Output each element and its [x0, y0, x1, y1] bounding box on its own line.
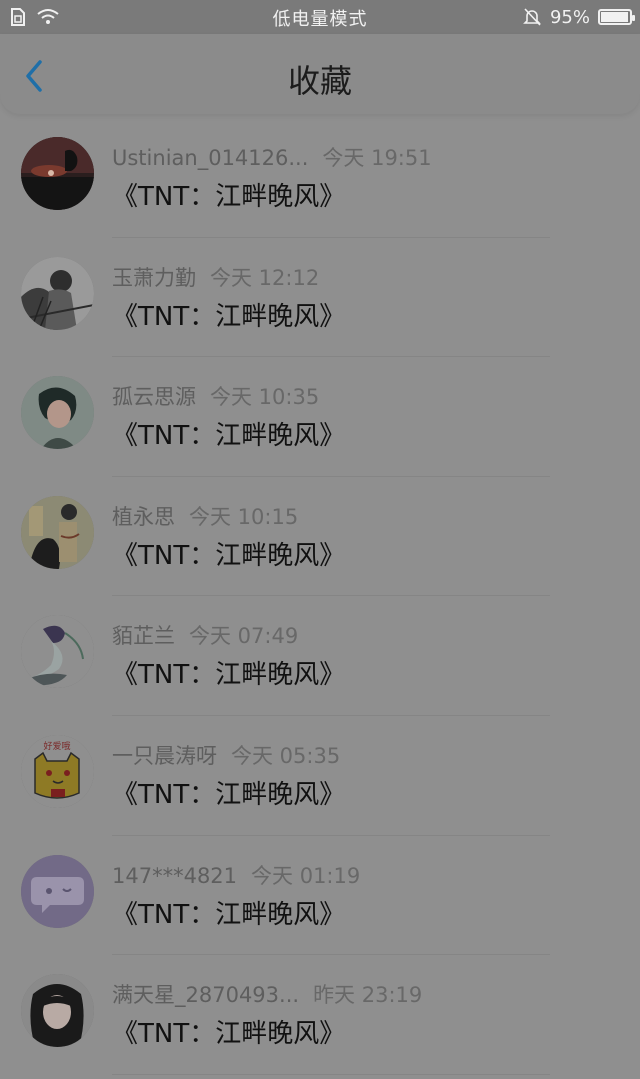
username[interactable]: 玉萧力勤: [112, 266, 196, 290]
status-bar: 低电量模式 95%: [0, 0, 640, 34]
item-meta: 一只晨涛呀 今天 05:35: [112, 740, 340, 770]
timestamp: 今天 10:15: [189, 504, 299, 529]
item-title[interactable]: 《TNT：江畔晚风》: [112, 415, 345, 452]
mute-bell-icon: [523, 8, 541, 26]
username[interactable]: 貊芷兰: [112, 624, 175, 648]
item-title[interactable]: 《TNT：江畔晚风》: [112, 894, 345, 931]
item-meta: 147***4821 今天 01:19: [112, 860, 360, 890]
list-item[interactable]: 好爱哦 一只晨涛呀 今天 05:35 《TNT：江畔晚风》: [0, 716, 640, 836]
list-item[interactable]: 孤云思源 今天 10:35 《TNT：江畔晚风》: [0, 357, 640, 477]
page-title: 收藏: [287, 62, 352, 100]
avatar[interactable]: [21, 376, 94, 450]
list-item[interactable]: 貊芷兰 今天 07:49 《TNT：江畔晚风》: [0, 596, 640, 716]
username[interactable]: 满天星_2870493...: [112, 983, 299, 1007]
status-right-icons: 95%: [522, 6, 635, 28]
avatar[interactable]: [21, 256, 94, 330]
item-title[interactable]: 《TNT：江畔晚风》: [112, 1013, 345, 1050]
avatar[interactable]: [21, 137, 94, 210]
item-title[interactable]: 《TNT：江畔晚风》: [112, 176, 345, 213]
avatar[interactable]: [21, 495, 94, 569]
avatar[interactable]: [21, 854, 94, 928]
item-title[interactable]: 《TNT：江畔晚风》: [112, 296, 345, 333]
timestamp: 昨天 23:19: [313, 983, 423, 1008]
item-meta: 玉萧力勤 今天 12:12: [112, 262, 319, 292]
timestamp: 今天 01:19: [251, 863, 361, 888]
timestamp: 今天 10:35: [210, 385, 320, 410]
username[interactable]: 孤云思源: [112, 385, 196, 409]
item-meta: 孤云思源 今天 10:35: [112, 381, 319, 411]
battery-percentage: 95%: [549, 6, 590, 28]
list-item[interactable]: 满天星_2870493... 昨天 23:19 《TNT：江畔晚风》: [0, 955, 640, 1075]
avatar-badge-text: 好爱哦: [43, 740, 70, 752]
avatar[interactable]: [21, 974, 94, 1048]
favorites-list: Ustinian_014126... 今天 19:51 《TNT：江畔晚风》 玉萧…: [0, 118, 640, 1075]
item-title[interactable]: 《TNT：江畔晚风》: [112, 654, 345, 691]
item-title[interactable]: 《TNT：江畔晚风》: [112, 774, 345, 811]
divider: [112, 1073, 550, 1075]
nav-bar: 收藏: [0, 34, 640, 114]
item-title[interactable]: 《TNT：江畔晚风》: [112, 535, 345, 572]
battery-icon: [598, 9, 635, 25]
avatar[interactable]: [21, 615, 94, 689]
timestamp: 今天 12:12: [210, 265, 320, 290]
timestamp: 今天 19:51: [322, 146, 432, 170]
timestamp: 今天 05:35: [231, 743, 341, 768]
item-meta: 貊芷兰 今天 07:49: [112, 620, 298, 650]
battery-fill: [601, 12, 628, 22]
list-item[interactable]: 植永思 今天 10:15 《TNT：江畔晚风》: [0, 477, 640, 597]
username[interactable]: Ustinian_014126...: [112, 146, 308, 170]
avatar[interactable]: 好爱哦: [21, 734, 94, 808]
username[interactable]: 植永思: [112, 505, 175, 529]
item-meta: 植永思 今天 10:15: [112, 501, 298, 531]
username[interactable]: 147***4821: [112, 864, 237, 888]
item-meta: Ustinian_014126... 今天 19:51: [112, 142, 432, 172]
list-item[interactable]: 玉萧力勤 今天 12:12 《TNT：江畔晚风》: [0, 238, 640, 358]
list-item[interactable]: 147***4821 今天 01:19 《TNT：江畔晚风》: [0, 836, 640, 956]
list-item[interactable]: Ustinian_014126... 今天 19:51 《TNT：江畔晚风》: [0, 118, 640, 238]
username[interactable]: 一只晨涛呀: [112, 744, 217, 768]
timestamp: 今天 07:49: [189, 624, 299, 649]
item-meta: 满天星_2870493... 昨天 23:19: [112, 979, 422, 1009]
